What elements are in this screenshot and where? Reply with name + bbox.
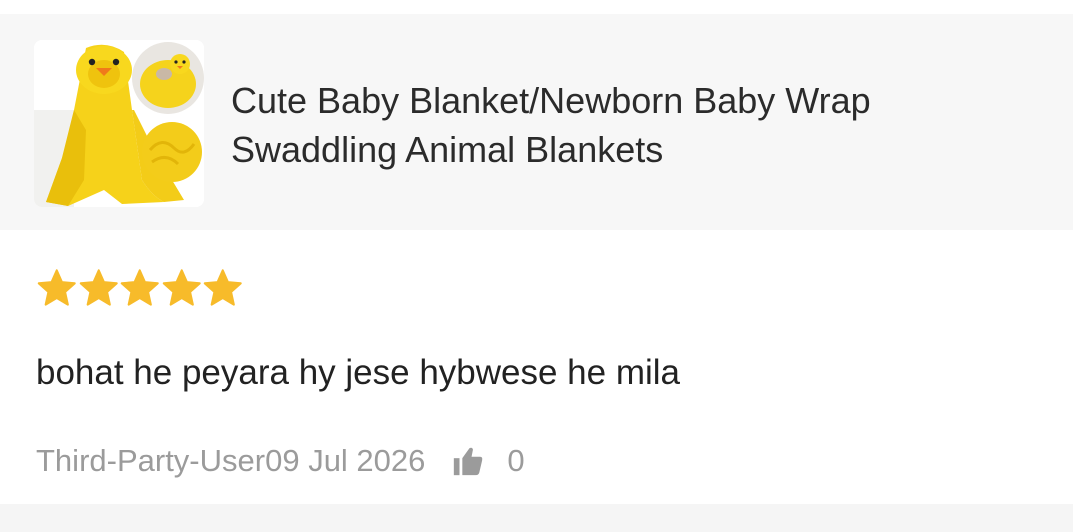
star-rating <box>36 267 244 309</box>
review-date: 09 Jul 2026 <box>265 443 426 478</box>
like-button[interactable]: 0 <box>451 443 525 479</box>
review-meta: Third-Party-User 09 Jul 2026 0 <box>36 440 525 482</box>
product-card[interactable]: Cute Baby Blanket/Newborn Baby Wrap Swad… <box>0 14 1073 230</box>
review-text: bohat he peyara hy jese hybwese he mila <box>36 353 681 392</box>
review-item: bohat he peyara hy jese hybwese he mila … <box>0 230 1073 504</box>
product-title[interactable]: Cute Baby Blanket/Newborn Baby Wrap Swad… <box>231 76 1051 174</box>
bottom-spacer <box>0 504 1073 532</box>
like-count: 0 <box>507 443 525 478</box>
reviewer-name: Third-Party-User <box>36 443 266 478</box>
yellow-duck-blanket-image <box>34 40 204 207</box>
product-title-line-1: Cute Baby Blanket/Newborn Baby Wrap <box>231 80 871 121</box>
star-icon <box>203 269 242 306</box>
product-thumbnail[interactable] <box>34 40 204 207</box>
star-icon <box>120 269 159 306</box>
top-spacer <box>0 0 1073 14</box>
review-page: Cute Baby Blanket/Newborn Baby Wrap Swad… <box>0 0 1073 532</box>
product-title-line-2: Swaddling Animal Blankets <box>231 129 664 170</box>
star-icon <box>79 269 118 306</box>
star-icon <box>37 269 76 306</box>
star-icon <box>162 269 201 306</box>
thumbs-up-icon <box>454 447 483 476</box>
